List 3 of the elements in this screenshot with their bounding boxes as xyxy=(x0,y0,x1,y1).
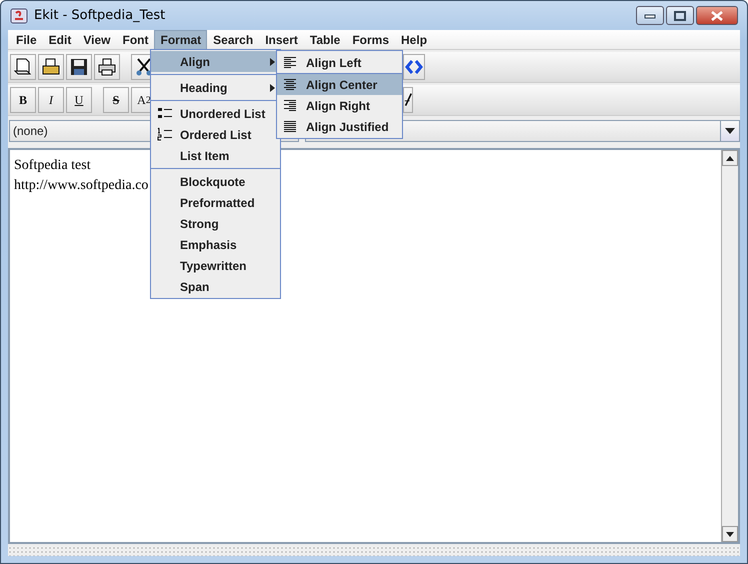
text-line: http://www.softpedia.co xyxy=(14,177,148,195)
window-title: Ekit - Softpedia_Test xyxy=(34,8,166,23)
text-line: Softpedia test xyxy=(14,157,91,175)
